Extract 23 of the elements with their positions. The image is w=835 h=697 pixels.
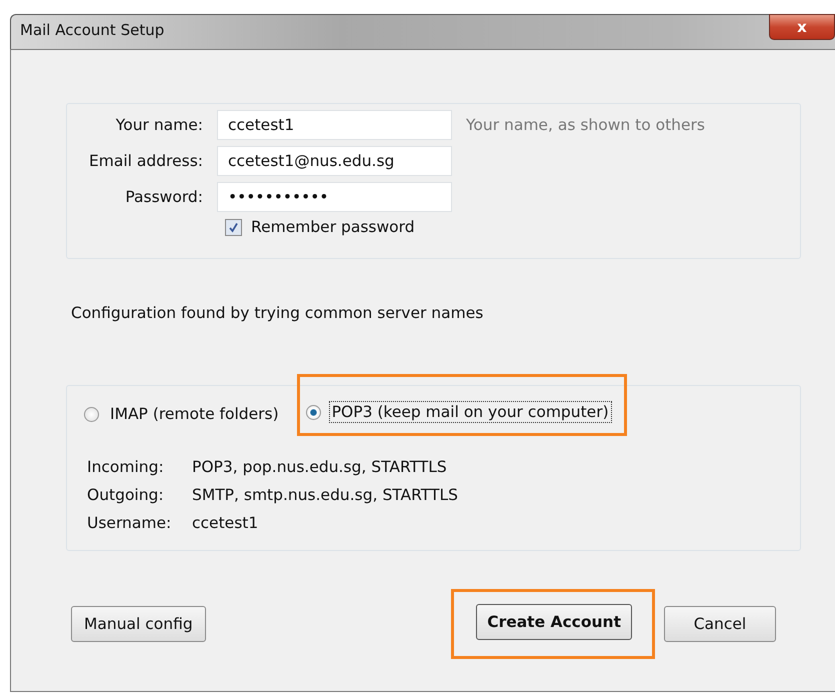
detail-label: Outgoing: xyxy=(87,486,165,504)
detail-value: SMTP, smtp.nus.edu.sg, STARTTLS xyxy=(192,486,459,504)
field-label: Email address: xyxy=(88,152,203,170)
input-field[interactable]: ••••••••••• xyxy=(217,182,452,212)
dialog-button[interactable]: Manual config xyxy=(71,606,206,642)
radio-option[interactable]: IMAP (remote folders) xyxy=(84,403,282,425)
detail-label: Incoming: xyxy=(87,458,165,476)
input-field[interactable]: ccetest1 xyxy=(217,110,452,140)
input-field[interactable]: ccetest1@nus.edu.sg xyxy=(217,146,452,176)
window-title: Mail Account Setup xyxy=(19,20,164,39)
field-label: Password: xyxy=(124,188,203,206)
checkbox[interactable] xyxy=(225,218,242,236)
field-label: Your name: xyxy=(114,116,203,134)
dialog-button[interactable]: Create Account xyxy=(476,604,632,640)
detail-value: ccetest1 xyxy=(192,514,260,532)
remember-checkbox[interactable]: Remember password xyxy=(225,218,452,236)
status-text: Configuration found by trying common server names xyxy=(70,303,484,324)
detail-value: POP3, pop.nus.edu.sg, STARTTLS xyxy=(192,458,448,476)
field-hint: Your name, as shown to others xyxy=(466,116,706,134)
check-icon xyxy=(228,222,239,232)
close-button[interactable]: x xyxy=(769,14,835,40)
dialog-button[interactable]: Cancel xyxy=(664,606,776,642)
detail-label: Username: xyxy=(87,514,172,532)
